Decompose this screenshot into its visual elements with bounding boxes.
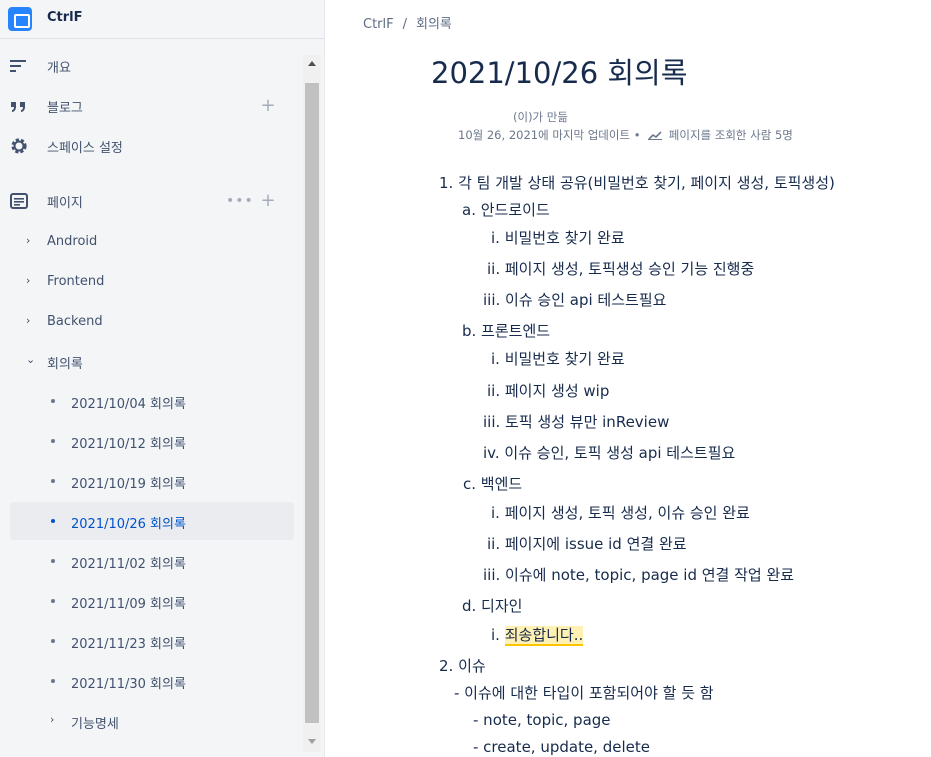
- add-page-plus-icon[interactable]: +: [260, 192, 276, 210]
- scroll-up-arrow-icon[interactable]: [308, 61, 316, 66]
- list-item: 1. 각 팀 개발 상태 공유(비밀번호 찾기, 페이지 생성, 토픽생성): [439, 174, 835, 192]
- list-item: i. 페이지 생성, 토픽 생성, 이슈 승인 완료: [491, 504, 750, 522]
- tree-item-minutes-1012[interactable]: 2021/10/12 회의록: [10, 422, 294, 460]
- space-logo-icon[interactable]: [8, 7, 32, 31]
- nav-item-pages[interactable]: 페이지 ••• +: [0, 185, 300, 217]
- list-item: iv. 이슈 승인, 토픽 생성 api 테스트필요: [483, 444, 736, 462]
- tree-label: 회의록: [47, 357, 83, 372]
- tree-label: Frontend: [47, 274, 105, 289]
- nav-label-blog: 블로그: [47, 100, 83, 116]
- tree-item-frontend[interactable]: › Frontend: [10, 263, 294, 301]
- tree-sublabel: 2021/11/23 회의록: [71, 637, 186, 652]
- list-item: 2. 이슈: [439, 657, 486, 675]
- sidebar-scrollbar[interactable]: [303, 55, 321, 752]
- chevron-right-icon[interactable]: ›: [50, 714, 60, 725]
- space-header[interactable]: CtrlF: [0, 0, 324, 38]
- byline-bullet: •: [633, 128, 641, 142]
- list-item: - 이슈에 대한 타입이 포함되어야 할 듯 함: [454, 684, 714, 702]
- list-item: a. 안드로이드: [462, 201, 550, 219]
- chevron-right-icon[interactable]: ›: [26, 275, 36, 286]
- bullet-icon: [51, 679, 55, 683]
- list-item: ii. 페이지에 issue id 연결 완료: [487, 535, 687, 553]
- bullet-icon: [51, 439, 55, 443]
- tree-item-android[interactable]: › Android: [10, 223, 294, 261]
- last-updated[interactable]: 10월 26, 2021에 마지막 업데이트: [458, 128, 630, 142]
- bullet-icon: [51, 639, 55, 643]
- list-item: - note, topic, page: [473, 711, 611, 729]
- add-blog-plus-icon[interactable]: +: [260, 97, 276, 115]
- list-item: i. 비밀번호 찾기 완료: [491, 229, 625, 247]
- list-item: ii. 페이지 생성 wip: [487, 382, 610, 400]
- tree-item-minutes-1019[interactable]: 2021/10/19 회의록: [10, 462, 294, 500]
- nav-label-overview: 개요: [47, 60, 71, 76]
- list-item: - create, update, delete: [473, 738, 650, 756]
- list-item: d. 디자인: [462, 597, 523, 615]
- tree-item-backend[interactable]: › Backend: [10, 303, 294, 341]
- tree-item-minutes-1026[interactable]: 2021/10/26 회의록: [10, 502, 294, 540]
- list-item: iii. 토픽 생성 뷰만 inReview: [483, 413, 670, 431]
- tree-sublabel: 2021/11/02 회의록: [71, 557, 186, 572]
- scroll-down-arrow-icon[interactable]: [308, 739, 316, 744]
- breadcrumb-root[interactable]: CtrlF: [363, 17, 394, 32]
- space-name[interactable]: CtrlF: [47, 10, 83, 25]
- tree-sublabel: 2021/10/04 회의록: [71, 397, 186, 412]
- tree-sublabel: 2021/10/19 회의록: [71, 477, 186, 492]
- tree-label: Backend: [47, 314, 103, 329]
- byline-meta: 10월 26, 2021에 마지막 업데이트 • 페이지를 조회한 사람 5명: [458, 127, 793, 143]
- tree-item-minutes-1123[interactable]: 2021/11/23 회의록: [10, 622, 294, 660]
- tree-label: Android: [47, 234, 98, 249]
- nav-item-overview[interactable]: 개요: [0, 50, 300, 82]
- tree-sublabel: 2021/10/26 회의록: [71, 517, 186, 532]
- list-item: b. 프론트엔드: [462, 322, 551, 340]
- chevron-right-icon[interactable]: ›: [26, 315, 36, 326]
- bullet-icon: [51, 399, 55, 403]
- breadcrumb: CtrlF / 회의록: [363, 13, 452, 32]
- tree-item-minutes-1004[interactable]: 2021/10/04 회의록: [10, 382, 294, 420]
- tree-sublabel: 2021/11/09 회의록: [71, 597, 186, 612]
- tree-item-minutes-1102[interactable]: 2021/11/02 회의록: [10, 542, 294, 580]
- tree-sublabel: 2021/10/12 회의록: [71, 437, 186, 452]
- quote-icon: [8, 95, 30, 117]
- page-views[interactable]: 페이지를 조회한 사람 5명: [669, 128, 793, 142]
- breadcrumb-separator: /: [402, 17, 407, 32]
- nav-label-pages: 페이지: [47, 195, 83, 211]
- list-item: i. 비밀번호 찾기 완료: [491, 350, 625, 368]
- nav-item-space-settings[interactable]: 스페이스 설정: [0, 130, 300, 162]
- sidebar-divider: [0, 38, 324, 39]
- tree-item-minutes-1130[interactable]: 2021/11/30 회의록: [10, 662, 294, 700]
- bullet-icon: [51, 599, 55, 603]
- bullet-icon: [51, 479, 55, 483]
- nav-label-space-settings: 스페이스 설정: [47, 140, 123, 156]
- lines-icon: [8, 55, 30, 77]
- tree-sublabel: 2021/11/30 회의록: [71, 677, 186, 692]
- sidebar: CtrlF 개요 블로그 + 스페이스 설정 페이지 ••• + › Andro…: [0, 0, 325, 757]
- highlighted-text[interactable]: 죄송합니다..: [504, 626, 584, 646]
- scroll-thumb[interactable]: [305, 83, 319, 723]
- gear-icon: [8, 135, 30, 157]
- list-item: c. 백엔드: [463, 475, 523, 493]
- list-item: i. 죄송합니다..: [491, 624, 584, 646]
- tree-item-features[interactable]: › 기능명세: [10, 702, 294, 740]
- page-title: 2021/10/26 회의록: [431, 56, 688, 90]
- list-item: iii. 이슈 승인 api 테스트필요: [483, 291, 667, 309]
- app: CtrlF 개요 블로그 + 스페이스 설정 페이지 ••• + › Andro…: [0, 0, 931, 757]
- breadcrumb-current[interactable]: 회의록: [416, 17, 452, 32]
- chevron-right-icon[interactable]: ›: [26, 235, 36, 246]
- more-options-icon[interactable]: •••: [226, 193, 254, 209]
- analytics-chart-icon[interactable]: [648, 130, 663, 140]
- list-marker: i.: [491, 626, 500, 644]
- tree-sublabel: 기능명세: [71, 717, 119, 732]
- chevron-down-icon[interactable]: ⌄: [26, 354, 36, 365]
- tree-item-minutes[interactable]: ⌄ 회의록: [10, 342, 294, 380]
- tree-item-minutes-1109[interactable]: 2021/11/09 회의록: [10, 582, 294, 620]
- document-icon: [8, 190, 30, 212]
- byline-author: (이)가 만듦: [513, 110, 568, 124]
- bullet-icon: [51, 559, 55, 563]
- list-item: iii. 이슈에 note, topic, page id 연결 작업 완료: [483, 566, 795, 584]
- list-item: ii. 페이지 생성, 토픽생성 승인 기능 진행중: [487, 260, 755, 278]
- bullet-icon: [51, 519, 55, 523]
- nav-item-blog[interactable]: 블로그 +: [0, 90, 300, 122]
